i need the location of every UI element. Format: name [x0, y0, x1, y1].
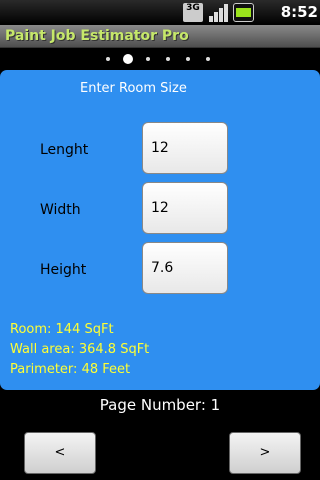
- width-input[interactable]: 12: [142, 182, 228, 234]
- page-dot-active: [123, 54, 133, 64]
- width-label: Width: [40, 202, 81, 218]
- app-title: Paint Job Estimator Pro: [5, 28, 189, 44]
- page-indicator: [0, 52, 320, 66]
- battery-charging-icon: [233, 3, 254, 22]
- panel-heading: Enter Room Size: [80, 81, 187, 96]
- length-input[interactable]: 12: [142, 122, 228, 174]
- page-number-label: Page Number: 1: [99, 396, 221, 414]
- height-label: Height: [40, 262, 87, 278]
- height-input[interactable]: 7.6: [142, 242, 228, 294]
- length-label: Lenght: [40, 142, 89, 158]
- 3g-data-icon: 3G: [183, 3, 203, 22]
- page-dot: [186, 57, 190, 61]
- perimeter-result: Parimeter: 48 Feet: [10, 362, 131, 377]
- next-page-button[interactable]: >: [229, 432, 301, 474]
- page-dot: [206, 57, 210, 61]
- network-type-label: 3G: [186, 3, 200, 13]
- signal-strength-icon: [209, 4, 228, 22]
- previous-page-button[interactable]: <: [24, 432, 96, 474]
- clock: 8:52 AM: [280, 3, 318, 40]
- room-size-panel: Enter Room Size Lenght 12 Width 12 Heigh…: [0, 70, 320, 390]
- wall-area-result: Wall area: 364.8 SqFt: [10, 342, 150, 357]
- page-dot: [166, 57, 170, 61]
- room-area-result: Room: 144 SqFt: [10, 322, 114, 337]
- title-bar: Paint Job Estimator Pro: [0, 25, 320, 48]
- page-dot: [146, 57, 150, 61]
- page-dot: [106, 57, 110, 61]
- status-bar: 3G 8:52 AM: [0, 0, 320, 40]
